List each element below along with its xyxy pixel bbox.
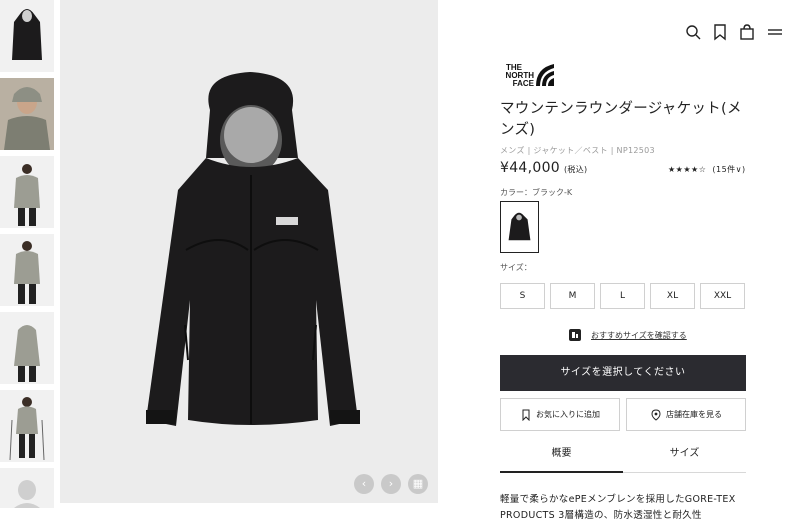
color-swatch-black[interactable] (500, 201, 539, 253)
bag-icon[interactable] (738, 23, 756, 41)
tab-active-indicator (500, 471, 623, 473)
jacket-image (146, 72, 360, 426)
svg-text:FACE: FACE (513, 79, 535, 88)
bookmark-icon[interactable] (711, 23, 729, 41)
review-count[interactable]: (15件∨) (712, 165, 745, 174)
product-title: マウンテンラウンダージャケット(メンズ) (500, 101, 742, 138)
rating[interactable]: ★★★★☆ (15件∨) (668, 164, 746, 175)
recommend-size-link[interactable]: おすすめサイズを確認する (591, 330, 687, 341)
tax-note: (税込) (564, 165, 588, 174)
thumbnail-5[interactable] (0, 312, 54, 384)
rating-stars: ★★★★☆ (668, 165, 707, 174)
location-pin-icon (651, 408, 661, 421)
add-favorite-button[interactable]: お気に入りに追加 (500, 398, 620, 431)
price-value: ¥44,000 (500, 160, 560, 176)
size-label: サイズ： (500, 263, 532, 272)
chevron-left-icon[interactable]: ‹ (354, 474, 374, 494)
thumbnail-3[interactable] (0, 156, 54, 228)
thumbnail-6[interactable] (0, 390, 54, 462)
size-button-m[interactable]: M (550, 283, 595, 309)
size-button-xl[interactable]: XL (650, 283, 695, 309)
size-button-s[interactable]: S (500, 283, 545, 309)
grid-icon[interactable]: ▦ (408, 474, 428, 494)
size-guide-icon (568, 327, 582, 341)
product-description: 軽量で柔らかなePEメンブレンを採用したGORE-TEX PRODUCTS 3層… (500, 494, 736, 521)
size-button-xxl[interactable]: XXL (700, 283, 745, 309)
color-label: カラー：ブラック-K (500, 188, 573, 197)
thumbnail-2[interactable] (0, 78, 54, 150)
size-button-l[interactable]: L (600, 283, 645, 309)
menu-icon[interactable] (766, 23, 784, 41)
bookmark-icon (522, 409, 530, 421)
store-stock-button[interactable]: 店舗在庫を見る (626, 398, 746, 431)
tab-overview[interactable]: 概要 (500, 441, 623, 473)
search-icon[interactable] (684, 23, 702, 41)
breadcrumb: メンズ | ジャケット／ベスト | NP12503 (500, 146, 655, 155)
main-product-image: ‹ › ▦ (60, 0, 438, 503)
add-favorite-label: お気に入りに追加 (536, 410, 600, 419)
chevron-right-icon[interactable]: › (381, 474, 401, 494)
brand-logo[interactable]: THE NORTH FACE (500, 62, 556, 88)
tab-size[interactable]: サイズ (623, 441, 746, 473)
thumbnail-strip (0, 0, 56, 521)
thumbnail-7[interactable] (0, 468, 54, 508)
store-stock-label: 店舗在庫を見る (666, 410, 722, 419)
select-size-button[interactable]: サイズを選択してください (500, 355, 746, 391)
thumbnail-1[interactable] (0, 0, 54, 72)
thumbnail-4[interactable] (0, 234, 54, 306)
price: ¥44,000 (税込) (500, 160, 587, 176)
